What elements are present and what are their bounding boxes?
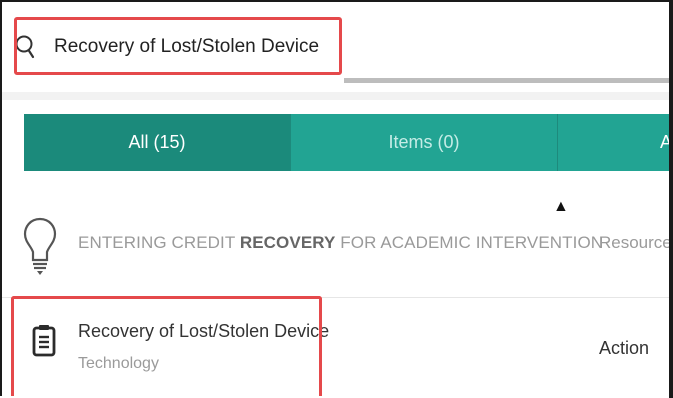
search-results-panel: All (15) Items (0) A ▲ ENTERING CREDIT R… (0, 0, 671, 396)
tab-all-label: All (15) (128, 132, 186, 152)
result-title-prefix: ENTERING CREDIT (78, 233, 240, 252)
window-border (669, 0, 673, 398)
result-title[interactable]: ENTERING CREDIT RECOVERY FOR ACADEMIC IN… (78, 233, 603, 253)
result-type: Action (599, 338, 650, 358)
filter-tabs: All (15) Items (0) A (24, 114, 671, 171)
tab-actions[interactable]: A (558, 114, 671, 171)
result-row[interactable]: ENTERING CREDIT RECOVERY FOR ACADEMIC IN… (2, 187, 671, 298)
search-highlight-box (14, 17, 342, 75)
tab-items[interactable]: Items (0) (291, 114, 558, 171)
lightbulb-icon (23, 217, 57, 275)
result-highlight-box (11, 296, 322, 396)
section-divider (2, 92, 671, 100)
tab-items-label: Items (0) (388, 132, 460, 152)
search-divider (344, 78, 671, 83)
result-title-match: RECOVERY (239, 233, 336, 252)
result-title-suffix: FOR ACADEMIC INTERVENTION (335, 233, 604, 252)
tab-all[interactable]: All (15) (24, 114, 291, 171)
result-type: Resource (599, 233, 671, 252)
